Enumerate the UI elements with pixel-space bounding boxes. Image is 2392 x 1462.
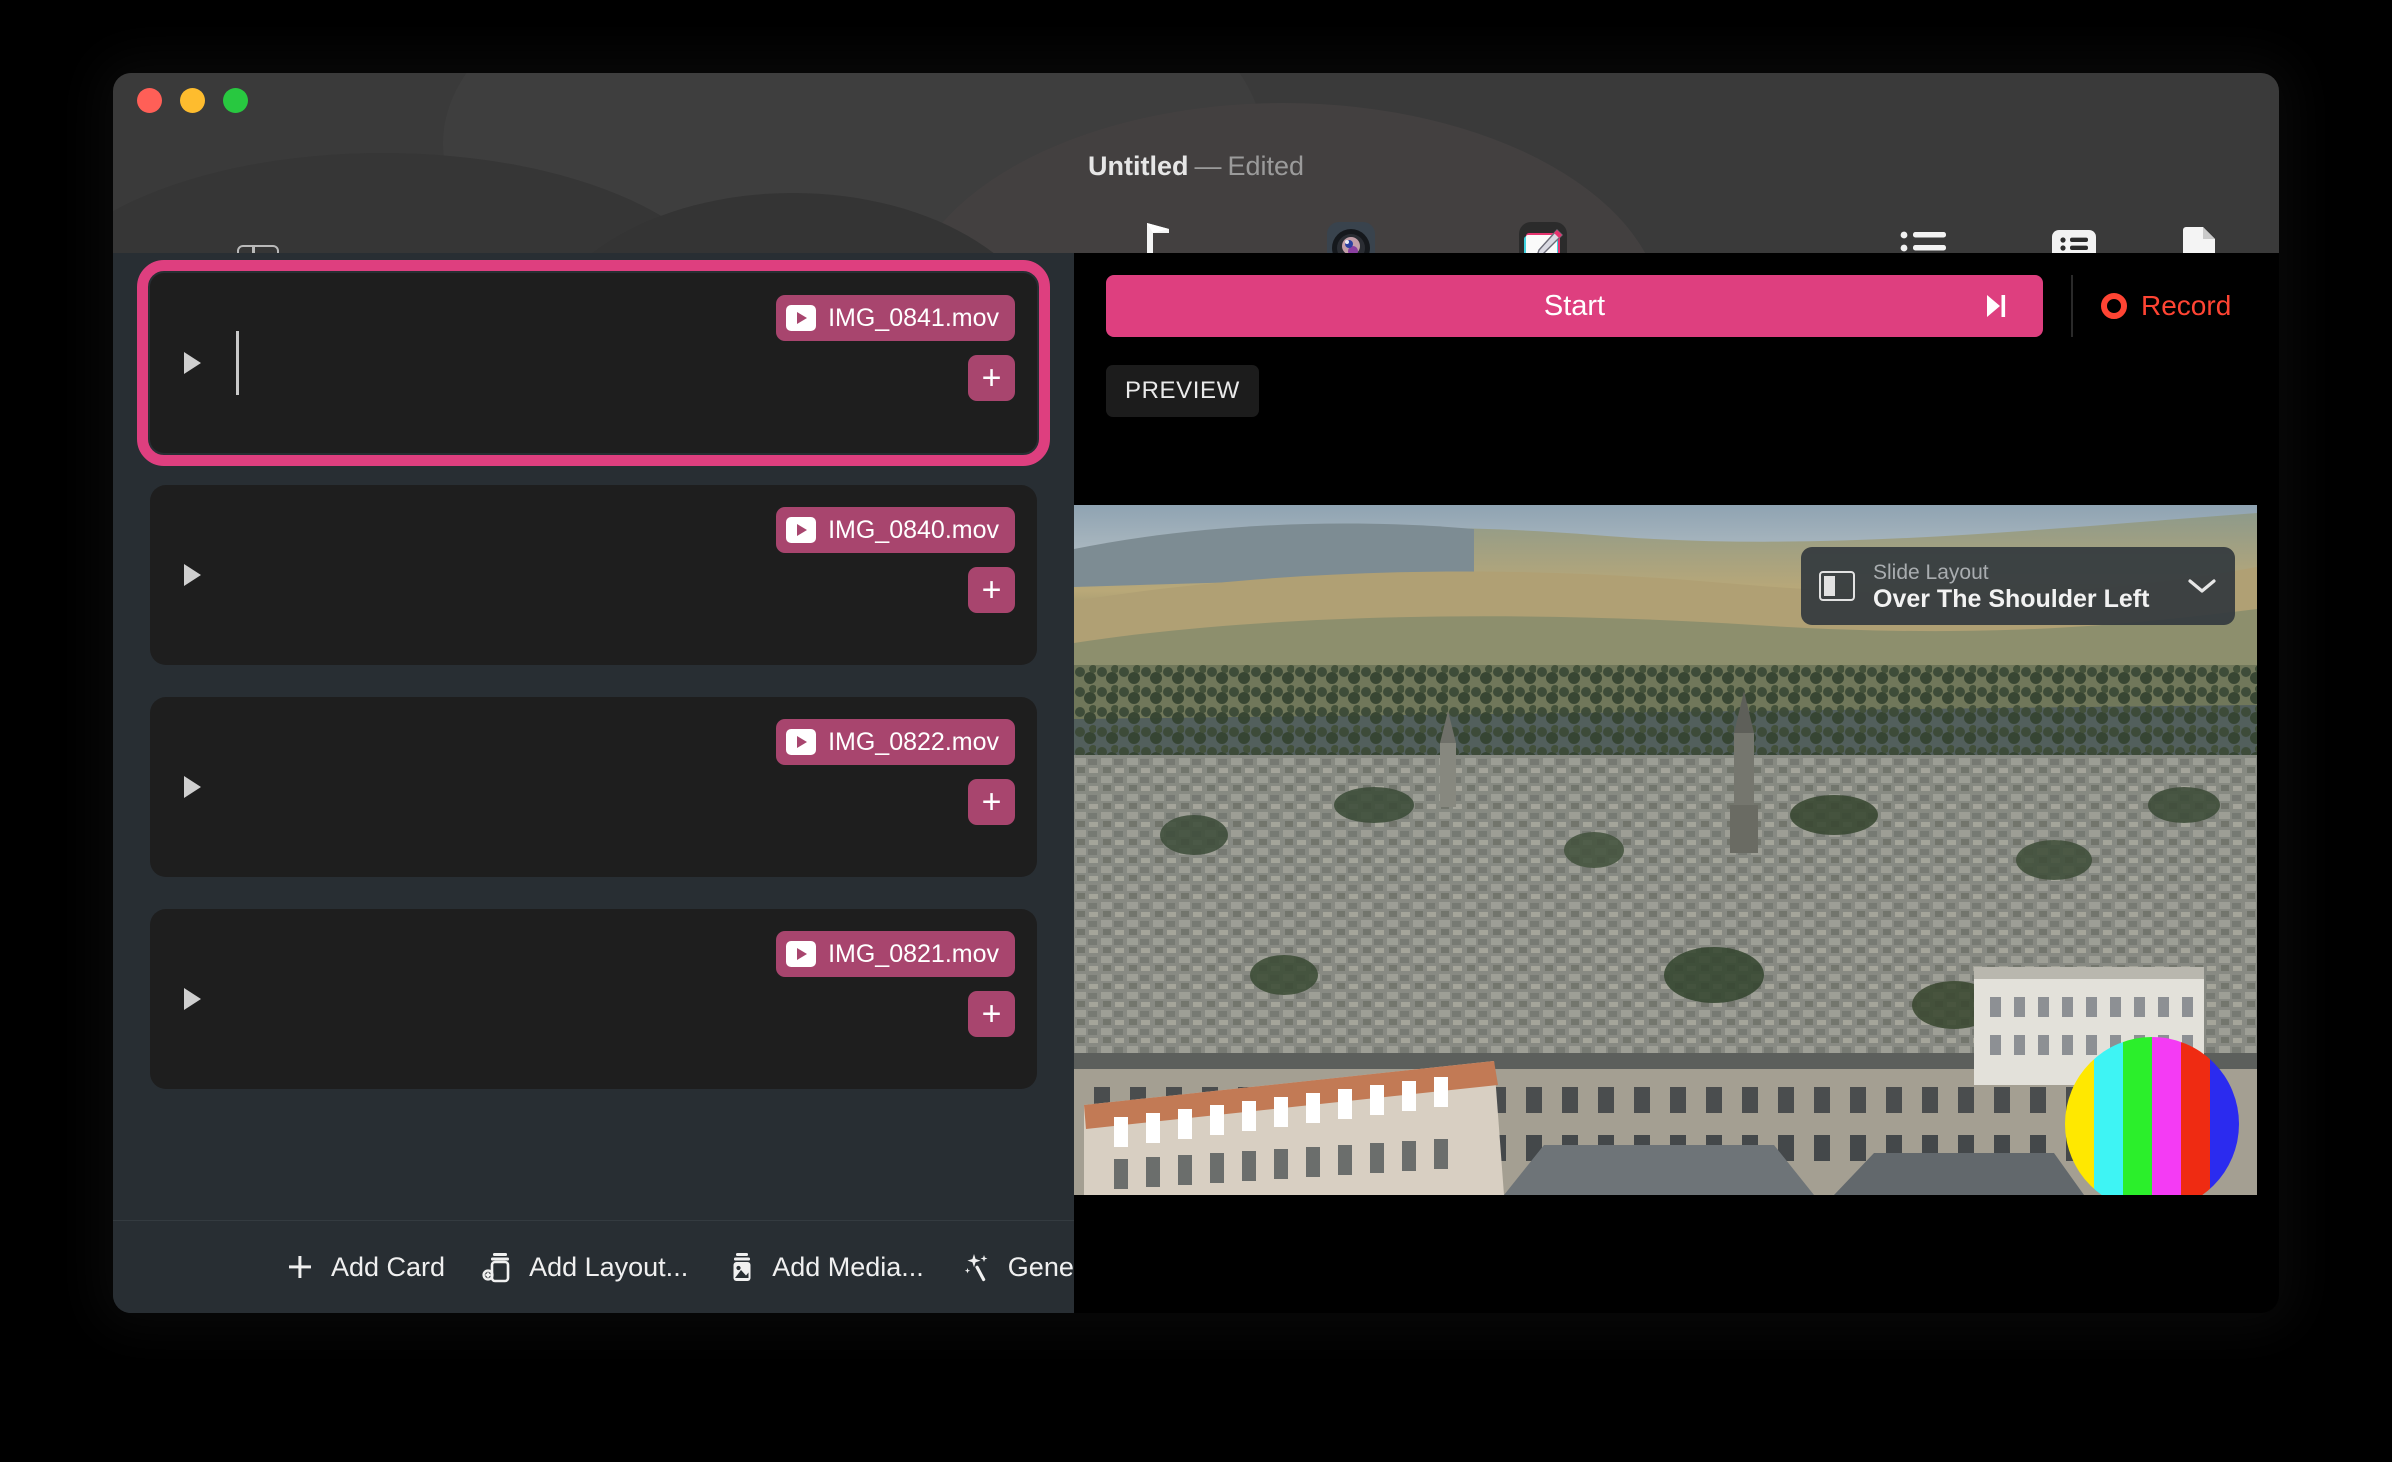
media-chip[interactable]: IMG_0821.mov xyxy=(776,931,1015,977)
color-bar xyxy=(2152,1037,2181,1195)
slide-layout-icon xyxy=(1819,571,1855,601)
toolbar-item-shoot[interactable]: Shoot xyxy=(1285,215,1417,253)
card-row-selected[interactable]: IMG_0841.mov + xyxy=(150,273,1037,453)
add-media-button[interactable]: Add Media... xyxy=(724,1250,924,1284)
slide-layout-dropdown[interactable]: Slide Layout Over The Shoulder Left xyxy=(1801,547,2235,625)
text-cursor xyxy=(236,331,239,395)
add-layout-label: Add Layout... xyxy=(529,1252,688,1283)
title-separator: — xyxy=(1188,151,1227,181)
media-chip-label: IMG_0841.mov xyxy=(828,304,999,333)
video-file-icon xyxy=(786,305,816,331)
record-controls: Start Record xyxy=(1106,275,2246,337)
start-button-label: Start xyxy=(1544,290,1605,323)
video-pencil-icon xyxy=(1515,215,1571,253)
card-list[interactable]: + IMG_0841.mov + xyxy=(113,253,1074,1220)
add-element-button[interactable]: + xyxy=(968,779,1015,825)
app-window: Untitled—Edited Teleprompter xyxy=(113,73,2279,1313)
color-bar xyxy=(2181,1037,2210,1195)
zoom-button[interactable] xyxy=(223,88,248,113)
minimize-button[interactable] xyxy=(180,88,205,113)
card-list-icon xyxy=(2050,215,2098,253)
traffic-lights[interactable] xyxy=(137,88,248,113)
media-chip[interactable]: IMG_0822.mov xyxy=(776,719,1015,765)
add-card-button[interactable]: Add Card xyxy=(283,1250,445,1284)
media-chip[interactable]: IMG_0840.mov xyxy=(776,507,1015,553)
color-bar xyxy=(2123,1037,2152,1195)
window-body: + IMG_0841.mov + xyxy=(113,253,2279,1313)
toolbar-item-card[interactable]: Card xyxy=(2039,215,2109,253)
record-dot-icon xyxy=(2101,293,2127,319)
card-row[interactable]: IMG_0840.mov + xyxy=(150,485,1037,665)
cards-action-bar: Add Card xyxy=(113,1220,1074,1313)
color-bar xyxy=(2094,1037,2123,1195)
add-element-button[interactable]: + xyxy=(968,991,1015,1037)
toolbar-item-doc[interactable]: Doc xyxy=(2165,215,2235,253)
plus-icon xyxy=(283,1250,317,1284)
record-button-label: Record xyxy=(2141,290,2231,322)
teleprompter-icon xyxy=(1131,215,1187,253)
preview-panel: Start Record PREVIEW xyxy=(1074,253,2279,1313)
video-file-icon xyxy=(786,517,816,543)
add-card-label: Add Card xyxy=(331,1252,445,1283)
desktop-backdrop: Untitled—Edited Teleprompter xyxy=(0,0,2392,1462)
controls-divider xyxy=(2071,275,2073,337)
window-titlebar: Untitled—Edited Teleprompter xyxy=(113,73,2279,253)
video-file-icon xyxy=(786,941,816,967)
close-button[interactable] xyxy=(137,88,162,113)
toolbar-right: Dashboard Card xyxy=(1866,215,2235,253)
add-element-button[interactable]: + xyxy=(968,567,1015,613)
video-preview[interactable]: Slide Layout Over The Shoulder Left xyxy=(1074,505,2257,1195)
document-icon xyxy=(2180,215,2220,253)
media-chip-label: IMG_0840.mov xyxy=(828,516,999,545)
toolbar-item-dashboard[interactable]: Dashboard xyxy=(1866,215,1983,253)
document-state: Edited xyxy=(1227,151,1304,181)
toolbar-item-teleprompter[interactable]: Teleprompter xyxy=(1093,215,1225,253)
play-icon[interactable] xyxy=(184,352,201,374)
add-media-label: Add Media... xyxy=(772,1252,924,1283)
toolbar-item-video-pencil[interactable]: Video Pencil xyxy=(1477,215,1609,253)
media-chip-label: IMG_0822.mov xyxy=(828,728,999,757)
list-bullets-icon xyxy=(1899,215,1949,253)
add-layout-button[interactable]: Add Layout... xyxy=(481,1250,688,1284)
window-title: Untitled—Edited xyxy=(113,151,2279,181)
media-image-icon xyxy=(724,1250,758,1284)
media-chip[interactable]: IMG_0841.mov xyxy=(776,295,1015,341)
skip-forward-icon[interactable] xyxy=(1985,293,2007,319)
slide-layout-caption: Slide Layout xyxy=(1873,560,2169,585)
add-element-button[interactable]: + xyxy=(968,355,1015,401)
sidebar-toggle-icon[interactable] xyxy=(237,245,279,253)
cards-panel: + IMG_0841.mov + xyxy=(113,253,1074,1313)
sparkle-wand-icon xyxy=(960,1250,994,1284)
card-row[interactable]: IMG_0821.mov + xyxy=(150,909,1037,1089)
decorative-blob xyxy=(533,193,1053,253)
toolbar-center: Teleprompter Shoot xyxy=(1093,215,1609,253)
card-row[interactable]: IMG_0822.mov + xyxy=(150,697,1037,877)
start-button[interactable]: Start xyxy=(1106,275,2043,337)
play-icon[interactable] xyxy=(184,988,201,1010)
document-name: Untitled xyxy=(1088,151,1189,181)
video-file-icon xyxy=(786,729,816,755)
media-chip-label: IMG_0821.mov xyxy=(828,940,999,969)
layout-stack-icon xyxy=(481,1250,515,1284)
play-icon[interactable] xyxy=(184,564,201,586)
camera-lens-icon xyxy=(1323,215,1379,253)
play-icon[interactable] xyxy=(184,776,201,798)
slide-layout-value: Over The Shoulder Left xyxy=(1873,585,2169,613)
preview-badge: PREVIEW xyxy=(1106,365,1259,417)
record-button[interactable]: Record xyxy=(2101,290,2231,322)
slide-layout-texts: Slide Layout Over The Shoulder Left xyxy=(1873,560,2169,613)
chevron-down-icon[interactable] xyxy=(2187,577,2217,595)
